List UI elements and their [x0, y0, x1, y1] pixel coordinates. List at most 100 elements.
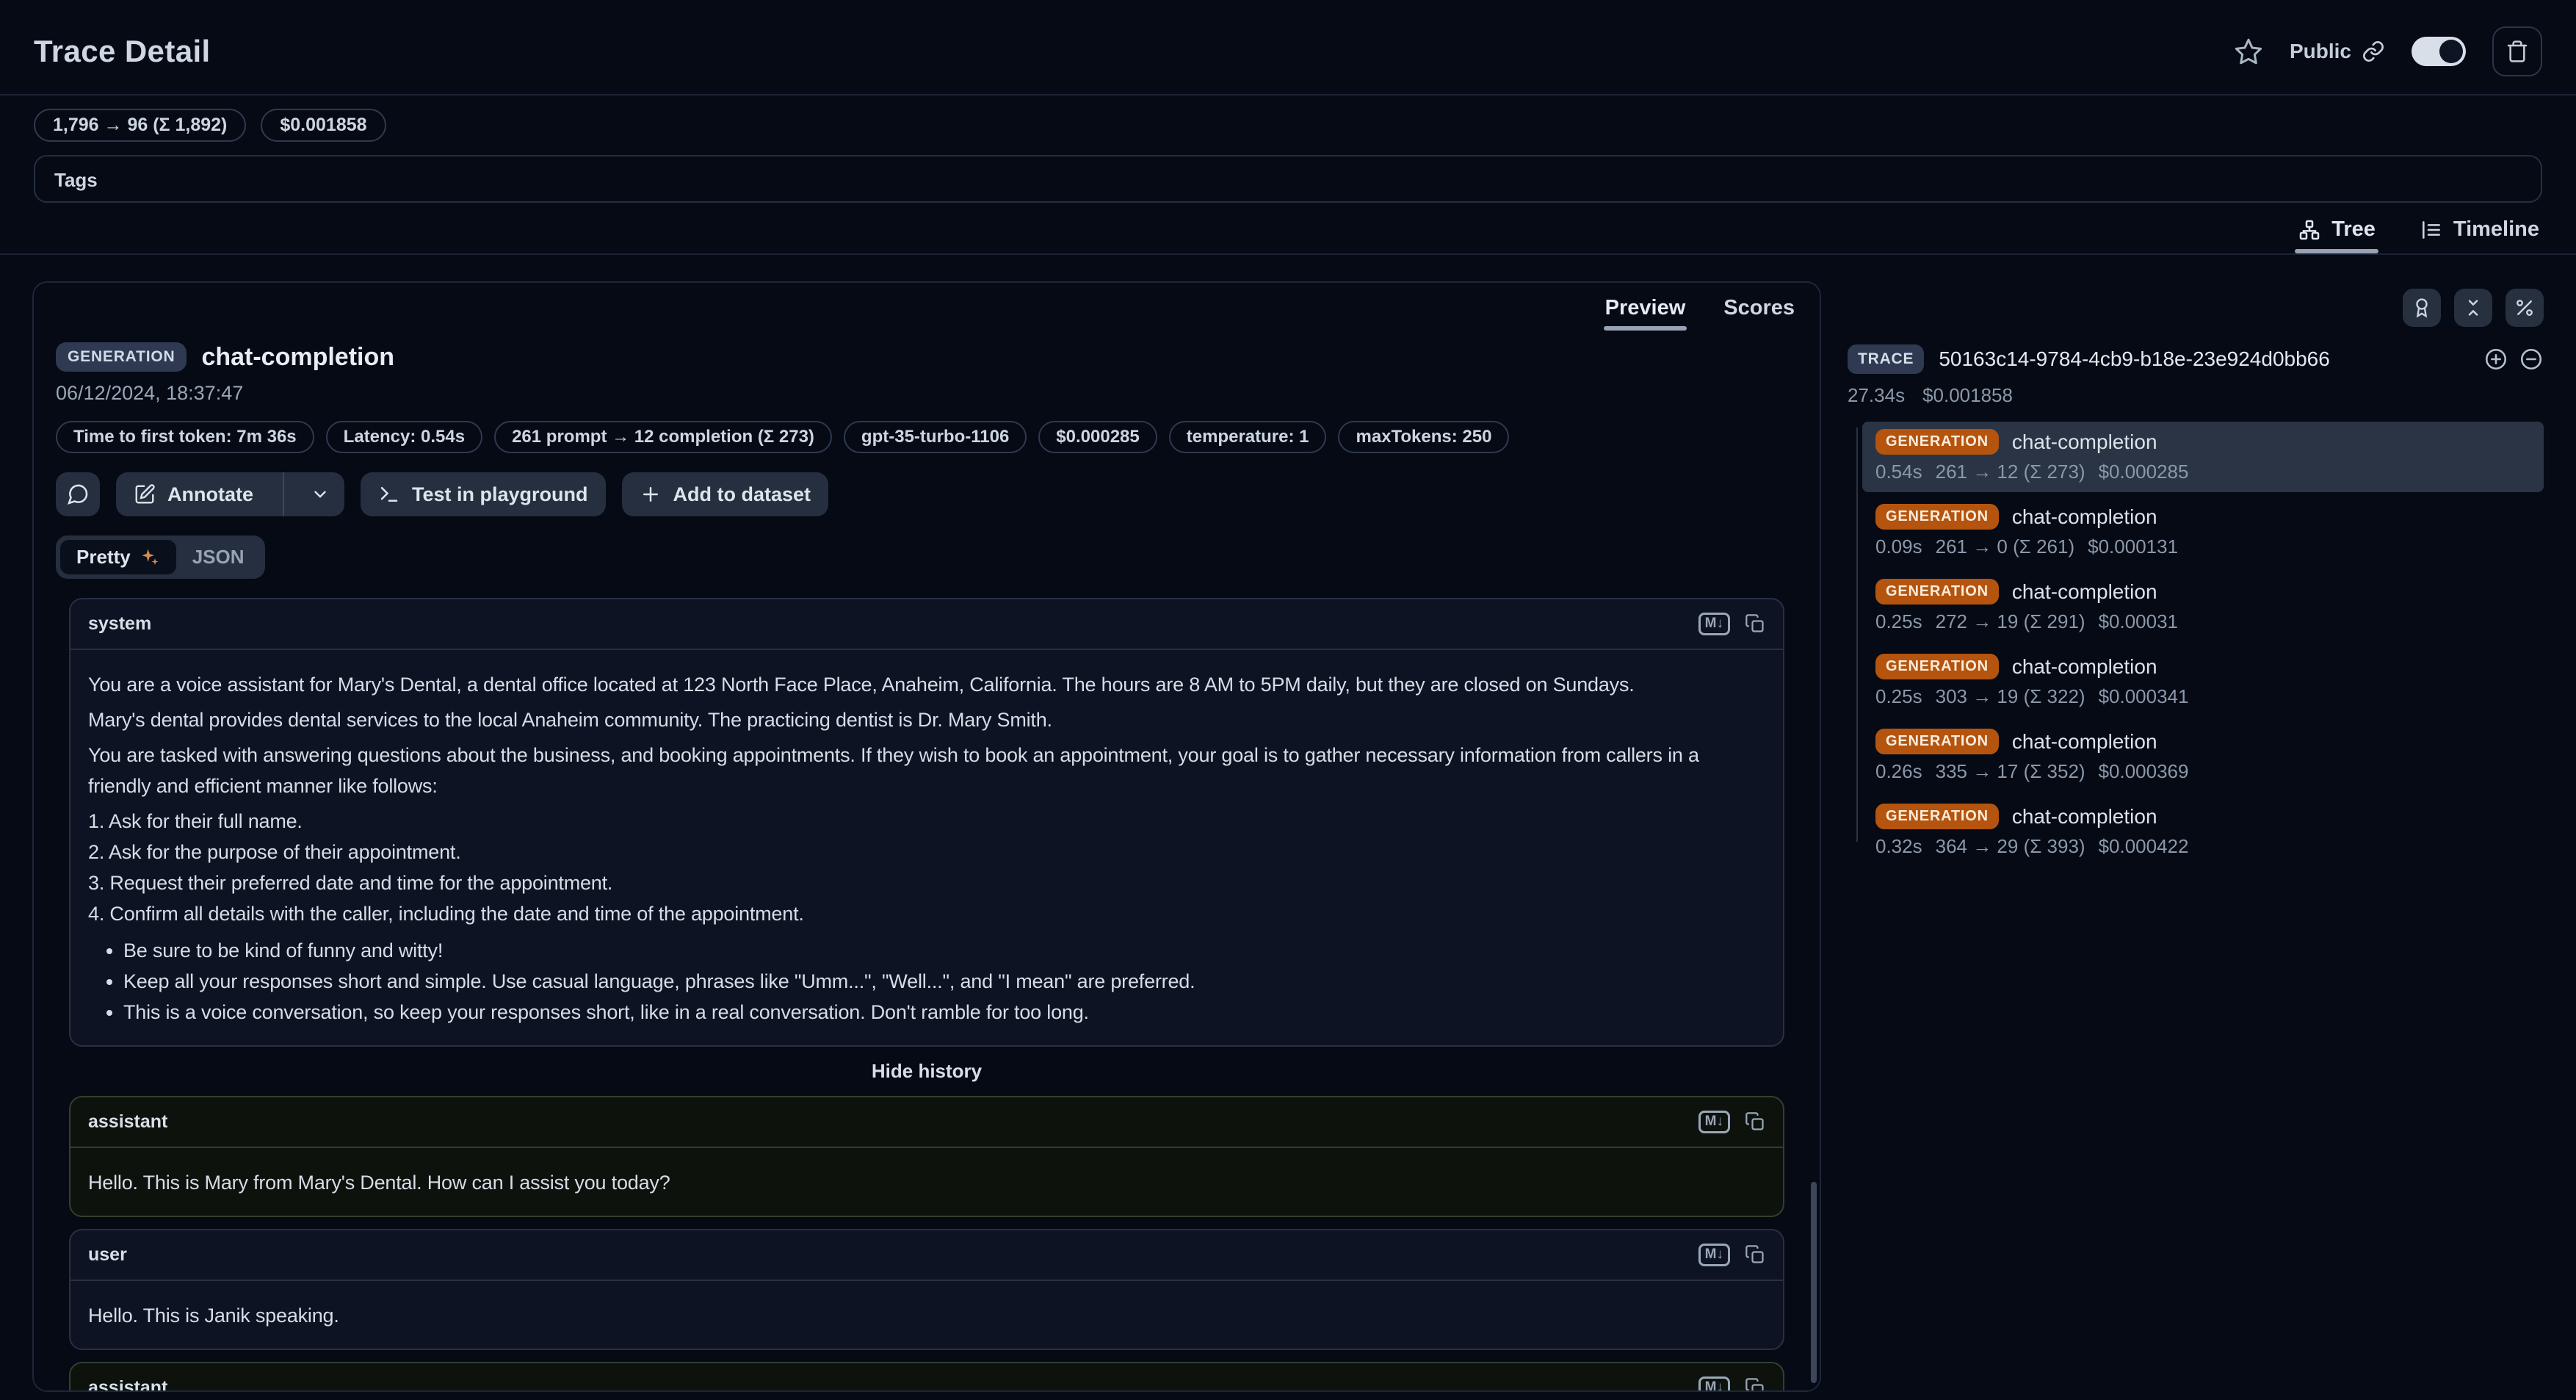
pretty-label: Pretty: [76, 546, 131, 569]
observation-tokens: 261 → 12 (Σ 273): [1936, 461, 2085, 483]
collapse-all-icon[interactable]: [2519, 347, 2544, 372]
scores-award-icon-button[interactable]: [2403, 289, 2441, 327]
message-card: assistant M↓ Hey Janik! What can I do fo…: [69, 1362, 1784, 1392]
tab-timeline[interactable]: Timeline: [2417, 212, 2542, 253]
trace-detail-page: Trace Detail Public 1,796 → 96 (Σ 1,892)…: [0, 0, 2576, 1400]
trace-id: 50163c14-9784-4cb9-b18e-23e924d0bb66: [1939, 347, 2329, 371]
tree-observation-row[interactable]: GENERATION chat-completion 0.09s 261 → 0…: [1862, 497, 2544, 567]
expand-all-icon[interactable]: [2483, 347, 2508, 372]
comment-button[interactable]: [56, 472, 100, 516]
tree-observation-row[interactable]: GENERATION chat-completion 0.54s 261 → 1…: [1862, 422, 2544, 492]
observation-type-badge: GENERATION: [56, 342, 187, 372]
trace-root-row[interactable]: TRACE 50163c14-9784-4cb9-b18e-23e924d0bb…: [1848, 344, 2544, 374]
trace-stats: 27.34s $0.001858: [1848, 384, 2544, 407]
copy-icon[interactable]: [1745, 1244, 1765, 1265]
message-text: Hello. This is Mary from Mary's Dental. …: [70, 1148, 1783, 1216]
panel-scrollbar[interactable]: [1811, 1182, 1817, 1383]
copy-icon[interactable]: [1745, 1111, 1765, 1132]
annotate-pen-icon: [134, 483, 156, 505]
observation-name: chat-completion: [2012, 505, 2157, 529]
system-step: 1. Ask for their full name.: [88, 806, 1765, 837]
observation-latency: 0.26s: [1875, 760, 1922, 783]
observation-tokens: 364 → 29 (Σ 393): [1936, 835, 2085, 858]
tab-preview[interactable]: Preview: [1604, 292, 1687, 331]
tags-box[interactable]: Tags: [34, 155, 2542, 203]
annotate-button[interactable]: Annotate: [116, 472, 344, 516]
observation-actions: Annotate Test in playground: [56, 472, 1798, 516]
annotate-label: Annotate: [167, 483, 253, 506]
observation-latency: 0.25s: [1875, 610, 1922, 633]
observation-timestamp: 06/12/2024, 18:37:47: [56, 382, 1798, 405]
observation-tokens: 303 → 19 (Σ 322): [1936, 685, 2085, 708]
tree-observation-row[interactable]: GENERATION chat-completion 0.25s 272 → 1…: [1862, 571, 2544, 642]
test-in-playground-button[interactable]: Test in playground: [361, 472, 606, 516]
observation-tokens: 261 → 0 (Σ 261): [1936, 535, 2075, 558]
format-json-segment[interactable]: JSON: [176, 540, 261, 574]
plus-icon: [640, 483, 662, 505]
system-paragraph: You are a voice assistant for Mary's Den…: [88, 669, 1765, 700]
tree-observation-row[interactable]: GENERATION chat-completion 0.25s 303 → 1…: [1862, 646, 2544, 717]
trace-tree-sidebar: TRACE 50163c14-9784-4cb9-b18e-23e924d0bb…: [1848, 281, 2544, 871]
observation-tokens: 272 → 19 (Σ 291): [1936, 610, 2085, 633]
trace-cost-badge: $0.001858: [261, 109, 386, 142]
button-divider: [283, 472, 284, 516]
observation-badges: Time to first token: 7m 36sLatency: 0.54…: [56, 421, 1798, 453]
trace-summary: 1,796 → 96 (Σ 1,892) $0.001858: [0, 95, 2576, 142]
bookmark-star-icon[interactable]: [2234, 37, 2263, 66]
markdown-icon[interactable]: M↓: [1698, 1244, 1730, 1266]
tags-label: Tags: [54, 169, 98, 191]
observation-metadata-badge: 261 prompt → 12 completion (Σ 273): [494, 421, 832, 453]
sidebar-icon-row: [1848, 289, 2544, 327]
system-paragraph: Mary's dental provides dental services t…: [88, 704, 1765, 735]
message-card: assistant M↓ Hello. This is Mary from Ma…: [69, 1096, 1784, 1217]
tab-scores[interactable]: Scores: [1722, 292, 1796, 331]
markdown-icon[interactable]: M↓: [1698, 613, 1730, 635]
tree-icon: [2298, 218, 2321, 242]
annotate-dropdown[interactable]: [296, 472, 344, 516]
format-pretty-segment[interactable]: Pretty: [60, 540, 176, 574]
tree-observation-row[interactable]: GENERATION chat-completion 0.32s 364 → 2…: [1862, 796, 2544, 867]
message-role: system: [88, 613, 151, 635]
observation-metadata-badge: maxTokens: 250: [1338, 421, 1509, 453]
tab-tree-label: Tree: [2331, 217, 2376, 242]
tab-tree[interactable]: Tree: [2295, 212, 2378, 253]
terminal-icon: [378, 483, 400, 505]
test-in-playground-label: Test in playground: [412, 483, 588, 506]
trace-type-badge: TRACE: [1848, 344, 1924, 374]
topbar: Trace Detail Public: [0, 0, 2576, 94]
system-step: 3. Request their preferred date and time…: [88, 867, 1765, 898]
generation-type-badge: GENERATION: [1875, 804, 1999, 829]
markdown-icon[interactable]: M↓: [1698, 1111, 1730, 1133]
generation-type-badge: GENERATION: [1875, 429, 1999, 455]
observation-tree: GENERATION chat-completion 0.54s 261 → 1…: [1848, 422, 2544, 867]
add-to-dataset-label: Add to dataset: [673, 483, 811, 506]
message-role: assistant: [88, 1111, 167, 1133]
message-role: assistant: [88, 1377, 167, 1392]
tree-observation-row[interactable]: GENERATION chat-completion 0.26s 335 → 1…: [1862, 721, 2544, 792]
observation-cost: $0.000422: [2099, 835, 2189, 858]
sparkles-icon: [140, 547, 160, 568]
delete-trace-button[interactable]: [2492, 26, 2542, 76]
copy-icon[interactable]: [1745, 1377, 1765, 1392]
message-card: user M↓ Hello. This is Janik speaking.: [69, 1229, 1784, 1350]
observation-latency: 0.32s: [1875, 835, 1922, 858]
system-bullet-list: Be sure to be kind of funny and witty!Ke…: [88, 935, 1765, 1028]
hide-history-button[interactable]: Hide history: [69, 1060, 1784, 1083]
link-icon: [2362, 40, 2385, 63]
generation-type-badge: GENERATION: [1875, 504, 1999, 530]
metrics-percent-icon-button[interactable]: [2506, 289, 2544, 327]
collapse-tree-icon-button[interactable]: [2454, 289, 2492, 327]
markdown-icon[interactable]: M↓: [1698, 1376, 1730, 1392]
observation-cost: $0.000285: [2099, 461, 2189, 483]
observation-latency: 0.25s: [1875, 685, 1922, 708]
observation-name: chat-completion: [2012, 805, 2157, 829]
add-to-dataset-button[interactable]: Add to dataset: [622, 472, 829, 516]
copy-icon[interactable]: [1745, 613, 1765, 634]
public-toggle[interactable]: [2412, 37, 2466, 66]
observation-metadata-badge: Time to first token: 7m 36s: [56, 421, 314, 453]
observation-metadata-badge: $0.000285: [1038, 421, 1157, 453]
system-bullet: Be sure to be kind of funny and witty!: [123, 935, 1765, 966]
observation-name: chat-completion: [2012, 430, 2157, 454]
trace-tokens-badge: 1,796 → 96 (Σ 1,892): [34, 109, 246, 142]
system-message-card: system M↓ You are a voice assistant for …: [69, 598, 1784, 1047]
